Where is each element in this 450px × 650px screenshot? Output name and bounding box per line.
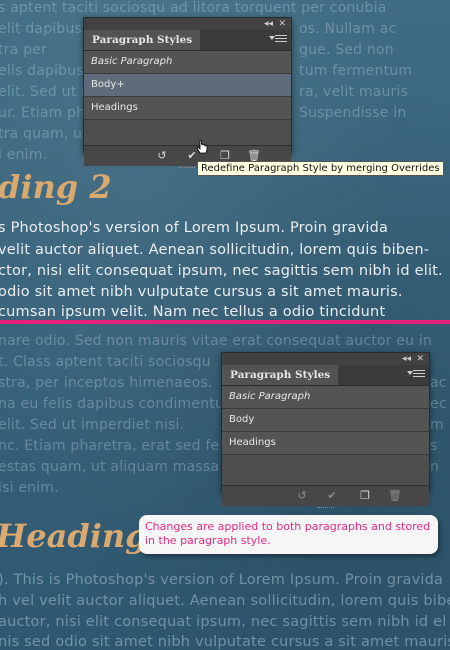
body-text-line: t. Class aptent taciti sociosqu (0, 354, 211, 370)
panel-menu-icon[interactable] (269, 35, 287, 45)
style-item-headings[interactable]: Headings (222, 432, 429, 455)
close-icon[interactable]: ✕ (278, 18, 286, 30)
body-text-line: gue. Sed non (299, 42, 394, 58)
paragraph-line: h vel velit auctor aliquet. Aenean solli… (0, 593, 450, 609)
body-text-line: elit. Sed ut imperdiet nisi. (0, 417, 185, 433)
style-item-basic-paragraph[interactable]: Basic Paragraph (222, 386, 429, 409)
body-text-line: elis dapibus (0, 63, 84, 79)
style-list: Basic Paragraph Body Headings (222, 386, 429, 485)
resize-grip-icon[interactable] (179, 167, 195, 172)
paragraph-line: nis sed odio sit amet nibh vulputate cur… (0, 634, 450, 650)
redefine-style-icon[interactable]: ✔ (324, 489, 340, 503)
body-text-line: i enim. (0, 147, 48, 163)
new-style-icon[interactable]: ❐ (357, 489, 373, 503)
body-text-line: na eu felis dapibus condimentu (0, 396, 225, 412)
style-item-body-plus[interactable]: Body+ (84, 74, 291, 97)
heading-2-top: ding 2 (0, 168, 112, 206)
panel-footer: ↺ ✔ ❐ 🗑 (222, 485, 429, 508)
panel-menu-icon[interactable] (407, 370, 425, 380)
hand-cursor-icon (196, 140, 208, 154)
paragraph-line: ctor, nisi elit consequat ipsum, nec sag… (0, 263, 443, 279)
body-text-line: elit dapibus (0, 21, 83, 37)
tooltip-redefine-style: Redefine Paragraph Style by merging Over… (197, 161, 444, 176)
divider-line (0, 320, 450, 324)
paragraph-line: velit auctor aliquet. Aenean sollicitudi… (0, 242, 430, 258)
body-text-line: estas quam, ut aliquam massa (0, 459, 220, 475)
paragraph-styles-panel-bottom[interactable]: ◂◂ ✕ Paragraph Styles Basic Paragraph Bo… (221, 352, 430, 508)
tab-paragraph-styles[interactable]: Paragraph Styles (222, 365, 339, 385)
style-list-empty (84, 120, 291, 145)
body-text-line: s aptent taciti sociosqu ad litora torqu… (0, 0, 387, 16)
style-list: Basic Paragraph Body+ Headings (84, 51, 291, 145)
body-text-line: m (430, 417, 444, 433)
body-text-line: ra, velit mauris (299, 84, 409, 100)
clear-overrides-icon[interactable]: ↺ (294, 489, 310, 503)
body-text-line: ac (430, 375, 447, 391)
body-text-line: s (430, 438, 438, 454)
style-item-body[interactable]: Body (222, 409, 429, 432)
style-item-basic-paragraph[interactable]: Basic Paragraph (84, 51, 291, 74)
paragraph-line: cumsan ipsum velit. Nam nec tellus a odi… (0, 304, 386, 320)
paragraph-line: ). This is Photoshop's version of Lorem … (0, 572, 444, 588)
style-list-empty (222, 455, 429, 485)
trash-icon[interactable]: 🗑 (387, 489, 403, 503)
collapse-icon[interactable]: ◂◂ (402, 353, 411, 365)
panel-titlebar[interactable]: ◂◂ ✕ (222, 353, 429, 365)
clear-overrides-icon[interactable]: ↺ (154, 149, 170, 163)
callout-note: Changes are applied to both paragraphs a… (139, 515, 438, 554)
body-text-line: nare odio. Sed non mauris vitae erat con… (0, 333, 433, 349)
body-text-line: isi enim. (0, 480, 59, 496)
paragraph-line: s Photoshop's version of Lorem Ipsum. Pr… (0, 220, 389, 236)
body-text-line: tra per (0, 42, 47, 58)
body-text-line: Suspendisse in (299, 105, 407, 121)
body-text-line: stra, per inceptos himenaeos. (0, 375, 213, 391)
body-text-line: os. Nullam ac (299, 21, 397, 37)
style-item-headings[interactable]: Headings (84, 97, 291, 120)
paragraph-line: auctor, nisi elit consequat ipsum, nec s… (0, 614, 447, 630)
panel-titlebar[interactable]: ◂◂ ✕ (84, 18, 291, 30)
tab-paragraph-styles[interactable]: Paragraph Styles (84, 30, 201, 50)
collapse-icon[interactable]: ◂◂ (264, 18, 273, 30)
body-text-line: elit. Sed ut i (0, 84, 86, 100)
body-text-line: nc. Etiam pharetra, erat sed fe (0, 438, 220, 454)
body-text-line: ec (430, 396, 447, 412)
resize-grip-icon[interactable] (318, 507, 334, 512)
body-text-line: n (430, 459, 440, 475)
paragraph-line: odio sit amet nibh vulputate cursus a si… (0, 284, 403, 300)
paragraph-styles-panel-top[interactable]: ◂◂ ✕ Paragraph Styles Basic Paragraph Bo… (83, 17, 292, 168)
body-text-line: tum fermentum (299, 63, 413, 79)
close-icon[interactable]: ✕ (416, 353, 424, 365)
